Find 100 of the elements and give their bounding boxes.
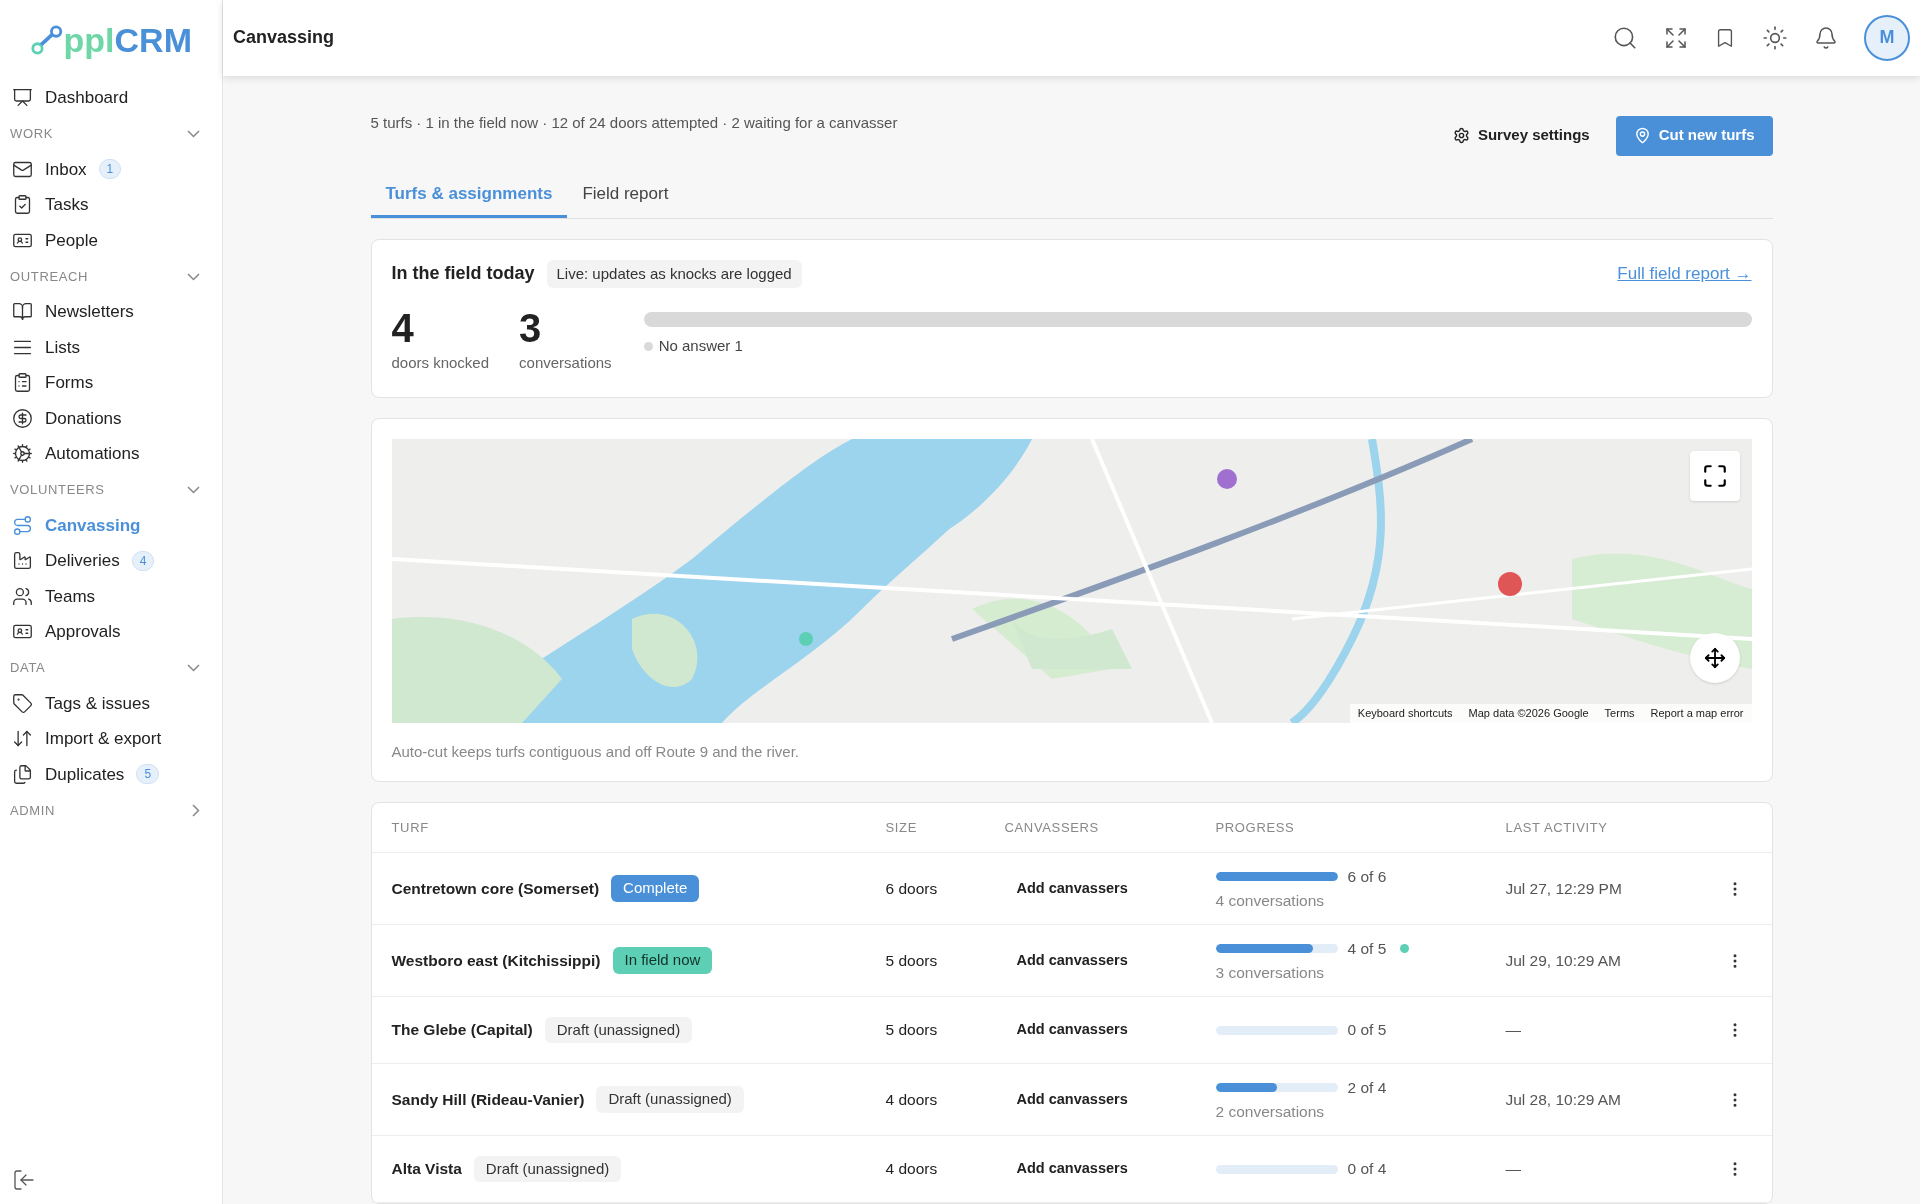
sidebar-item[interactable]: Import & export xyxy=(2,721,220,757)
sidebar-item[interactable]: Duplicates 5 xyxy=(2,756,220,792)
count-badge: 5 xyxy=(136,764,160,785)
link-icon xyxy=(30,24,64,56)
table-cell-text: Jul 27, 12:29 PM xyxy=(1505,878,1622,899)
column-header: TURF xyxy=(391,818,430,837)
people-icon xyxy=(12,585,33,607)
table-cell-text: — xyxy=(1505,1159,1521,1180)
summary-text: 5 turfs · 1 in the field now · 12 of 24 doors attempted · 2 waiting for a canvasser xyxy=(370,112,898,133)
sidebar-item[interactable]: Inbox 1 xyxy=(2,151,220,187)
section-title: OUTREACH xyxy=(10,267,89,286)
section-header[interactable]: VOLUNTEERS xyxy=(2,472,220,508)
map-attribution[interactable]: Map data ©2026 Google xyxy=(1468,705,1589,722)
sidebar-item[interactable]: Approvals xyxy=(2,614,220,650)
add-canvassers-button[interactable]: Add canvassers xyxy=(1004,1158,1216,1180)
page-title: Canvassing xyxy=(233,26,335,50)
status-badge: Draft (unassigned) xyxy=(544,1016,693,1044)
fullscreen-icon xyxy=(1701,462,1728,489)
sidebar-item[interactable]: Donations xyxy=(2,400,220,436)
table-cell-text: 6 doors xyxy=(885,878,939,899)
section-header[interactable]: DATA xyxy=(2,650,220,686)
turf-name: Centretown core (Somerset) xyxy=(391,878,600,899)
legend-label: No answer 1 xyxy=(658,336,743,356)
table-cell-text: 4 doors xyxy=(885,1089,939,1110)
turf-name: Alta Vista xyxy=(391,1159,462,1180)
turf-name: Sandy Hill (Rideau-Vanier) xyxy=(391,1089,585,1110)
table-cell-text: 5 doors xyxy=(885,1020,939,1041)
sidebar-item[interactable]: Tasks xyxy=(2,187,220,223)
turf-name: The Glebe (Capital) xyxy=(391,1020,533,1041)
building-icon xyxy=(12,550,33,572)
table-cell-text: 5 doors xyxy=(885,950,939,971)
chevron-right-icon xyxy=(192,804,200,817)
sidebar-item[interactable]: Teams xyxy=(2,578,220,614)
conversations-text: 3 conversations xyxy=(1215,962,1326,983)
logout-icon[interactable] xyxy=(12,1168,36,1192)
sidebar-item[interactable]: Dashboard xyxy=(2,80,220,116)
table-cell-text: Jul 29, 10:29 AM xyxy=(1505,950,1621,971)
files-icon xyxy=(12,763,33,785)
progress-text: 6 of 6 xyxy=(1347,867,1387,888)
sidebar-item[interactable]: Lists xyxy=(2,329,220,365)
chevron-down-icon xyxy=(187,664,200,672)
section-title: DATA xyxy=(10,659,46,678)
map-attribution[interactable]: Terms xyxy=(1604,705,1635,722)
conversations-text: 2 conversations xyxy=(1215,1101,1326,1122)
stat-label: conversations xyxy=(519,353,612,373)
section-title: VOLUNTEERS xyxy=(10,481,105,500)
chevron-down-icon xyxy=(187,486,200,494)
map-attribution[interactable]: Report a map error xyxy=(1650,705,1744,722)
route-icon xyxy=(12,514,33,536)
sidebar-item[interactable]: Automations xyxy=(2,436,220,472)
table-cell-text: — xyxy=(1505,1020,1521,1041)
sidebar-item[interactable]: Forms xyxy=(2,365,220,401)
move-icon xyxy=(1703,646,1726,669)
column-header: PROGRESS xyxy=(1215,818,1296,837)
bell-icon[interactable] xyxy=(1814,25,1838,50)
column-header: SIZE xyxy=(885,818,918,837)
tag-icon xyxy=(12,692,33,714)
section-header[interactable]: WORK xyxy=(2,116,220,152)
map-note: Auto-cut keeps turfs contiguous and off Route 9 and the river. xyxy=(391,741,800,762)
book-icon xyxy=(12,301,33,323)
sun-icon[interactable] xyxy=(1762,24,1788,51)
column-header: LAST ACTIVITY xyxy=(1505,818,1609,837)
column-header: CANVASSERS xyxy=(1004,818,1100,837)
section-title: ADMIN xyxy=(10,801,56,820)
add-canvassers-button[interactable]: Add canvassers xyxy=(1004,877,1216,900)
live-badge: Live: updates as knocks are logged xyxy=(546,259,802,288)
table-cell-text: 4 doors xyxy=(885,1159,939,1180)
section-header[interactable]: ADMIN xyxy=(2,793,220,828)
card-title: In the field today xyxy=(391,262,535,286)
chevron-down-icon xyxy=(187,130,200,138)
tab[interactable]: Field report xyxy=(567,173,684,218)
survey-settings-button[interactable]: Survey settings xyxy=(1452,124,1590,147)
conversations-text: 4 conversations xyxy=(1215,890,1326,911)
fullscreen-button[interactable] xyxy=(1689,450,1740,501)
section-header[interactable]: OUTREACH xyxy=(2,259,220,294)
table-cell-text: Jul 28, 10:29 AM xyxy=(1505,1089,1621,1110)
clipboard-check-icon xyxy=(12,194,33,216)
clipboard-list-icon xyxy=(12,372,33,394)
map-attribution[interactable]: Keyboard shortcuts xyxy=(1357,705,1453,722)
sidebar-item[interactable]: Deliveries 4 xyxy=(2,543,220,579)
progress-text: 0 of 5 xyxy=(1347,1020,1387,1041)
turf-name: Westboro east (Kitchissippi) xyxy=(391,950,601,971)
chevron-down-icon xyxy=(187,272,200,281)
status-badge: Draft (unassigned) xyxy=(473,1155,622,1183)
sidebar-item[interactable]: Newsletters xyxy=(2,294,220,330)
sidebar-item[interactable]: Tags & issues xyxy=(2,685,220,721)
progress-text: 0 of 4 xyxy=(1347,1159,1387,1180)
progress-text: 2 of 4 xyxy=(1347,1078,1387,1099)
presentation-icon xyxy=(12,87,33,109)
add-canvassers-button[interactable]: Add canvassers xyxy=(1004,1019,1216,1041)
expand-icon[interactable] xyxy=(1664,25,1688,50)
progress-text: 4 of 5 xyxy=(1347,939,1387,960)
gear-icon xyxy=(1452,127,1470,144)
status-badge: Draft (unassigned) xyxy=(596,1086,744,1113)
stat-value: 3 xyxy=(519,305,543,352)
count-badge: 4 xyxy=(131,550,155,571)
status-badge: Complete xyxy=(611,875,700,902)
add-canvassers-button[interactable]: Add canvassers xyxy=(1004,949,1216,972)
sidebar-item[interactable]: People xyxy=(2,222,220,258)
add-canvassers-button[interactable]: Add canvassers xyxy=(1004,1088,1216,1111)
